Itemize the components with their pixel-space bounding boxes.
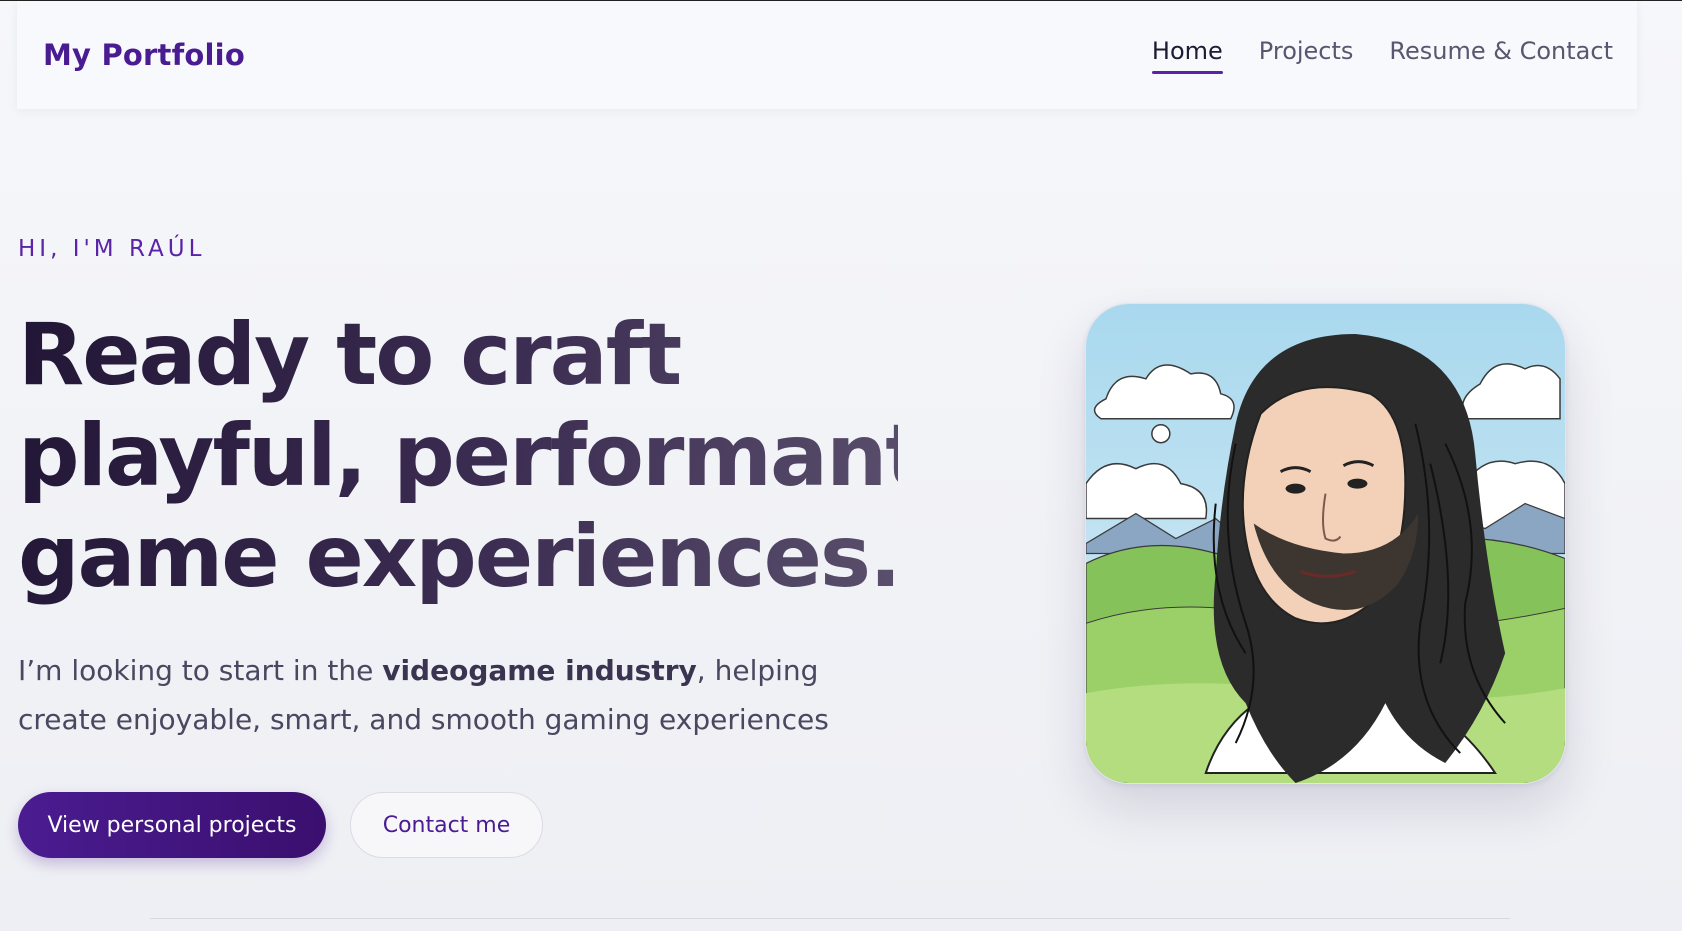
nav-home[interactable]: Home <box>1151 37 1223 74</box>
headline-line-1: Ready to craft <box>18 305 681 405</box>
main-nav: Home Projects Resume & Contact <box>1151 37 1613 74</box>
contact-me-button[interactable]: Contact me <box>350 792 543 858</box>
hero-headline: Ready to craft playful, performant game … <box>18 305 898 608</box>
portrait-image <box>1085 303 1566 784</box>
hero-eyebrow: HI, I'M RAÚL <box>18 236 206 262</box>
headline-line-2: playful, performant <box>18 406 925 506</box>
site-header: My Portfolio Home Projects Resume & Cont… <box>17 1 1637 109</box>
hero-subtitle: I’m looking to start in the videogame in… <box>18 646 898 744</box>
illustrated-portrait-icon <box>1086 304 1565 783</box>
subtitle-text-start: I’m looking to start in the <box>18 654 383 687</box>
nav-resume-contact[interactable]: Resume & Contact <box>1389 37 1613 73</box>
subtitle-highlight: videogame industry <box>382 654 697 687</box>
section-divider <box>150 918 1510 919</box>
headline-line-3: game experiences. <box>18 507 900 607</box>
site-brand[interactable]: My Portfolio <box>43 38 245 72</box>
nav-projects[interactable]: Projects <box>1259 37 1354 73</box>
view-projects-button[interactable]: View personal projects <box>18 792 326 858</box>
